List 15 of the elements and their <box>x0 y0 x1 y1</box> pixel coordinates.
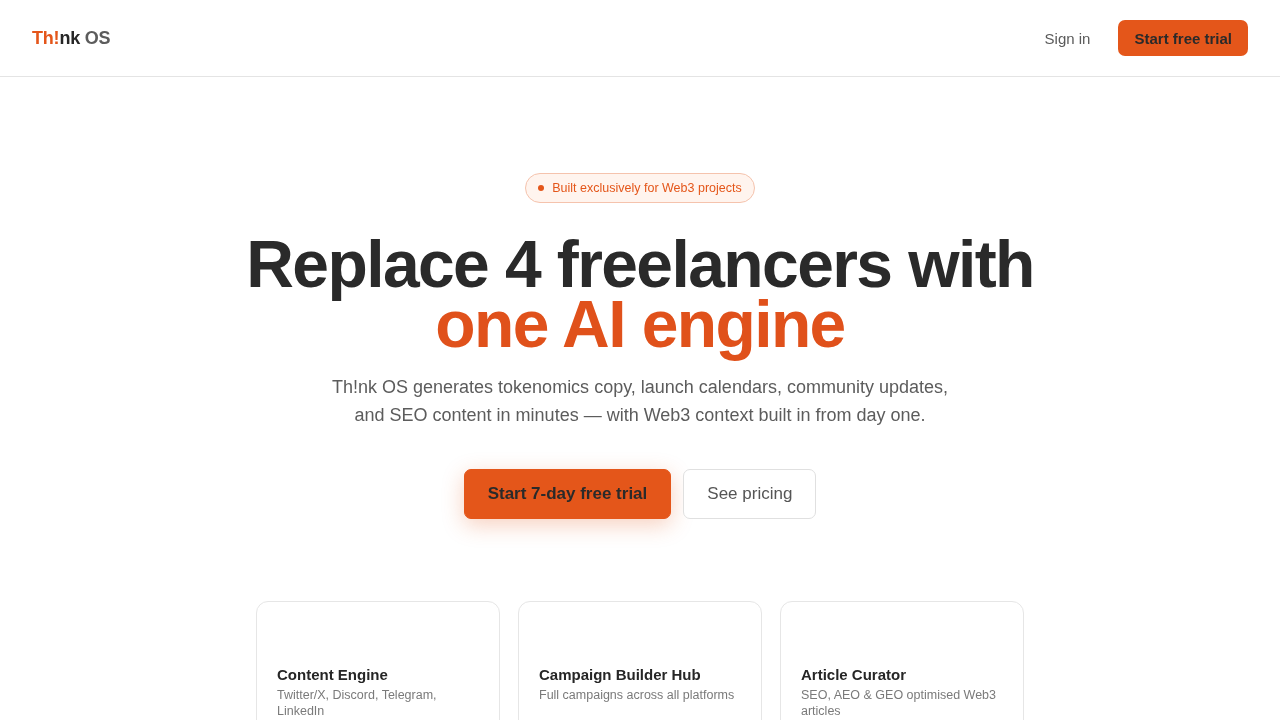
card-title: Campaign Builder Hub <box>539 666 702 683</box>
dot-icon <box>538 185 545 191</box>
subtitle: Th!nk OS generates tokenomics copy, launch calendars, community updates, and SEO content in minutes — with Web3 context built in from day one. <box>331 376 949 427</box>
card-title: Content Engine <box>277 666 389 683</box>
start-trial-button[interactable]: Start free trial <box>1118 20 1248 56</box>
see-pricing-button[interactable]: See pricing <box>683 469 817 519</box>
card-title: Article Curator <box>801 666 908 683</box>
sign-in-link[interactable]: Sign in <box>1044 29 1091 47</box>
card-description: Twitter/X, Discord, Telegram, LinkedIn <box>277 687 438 719</box>
badge-text: Built exclusively for Web3 projects <box>552 181 742 195</box>
card-description: Full campaigns across all platforms <box>539 687 736 703</box>
start-trial-button[interactable]: Start 7-day free trial <box>463 469 672 519</box>
headline-accent: one AI engine <box>435 287 845 361</box>
logo[interactable]: Th!nk OS <box>32 27 111 49</box>
card-description: SEO, AEO & GEO optimised Web3 articles <box>801 687 997 719</box>
